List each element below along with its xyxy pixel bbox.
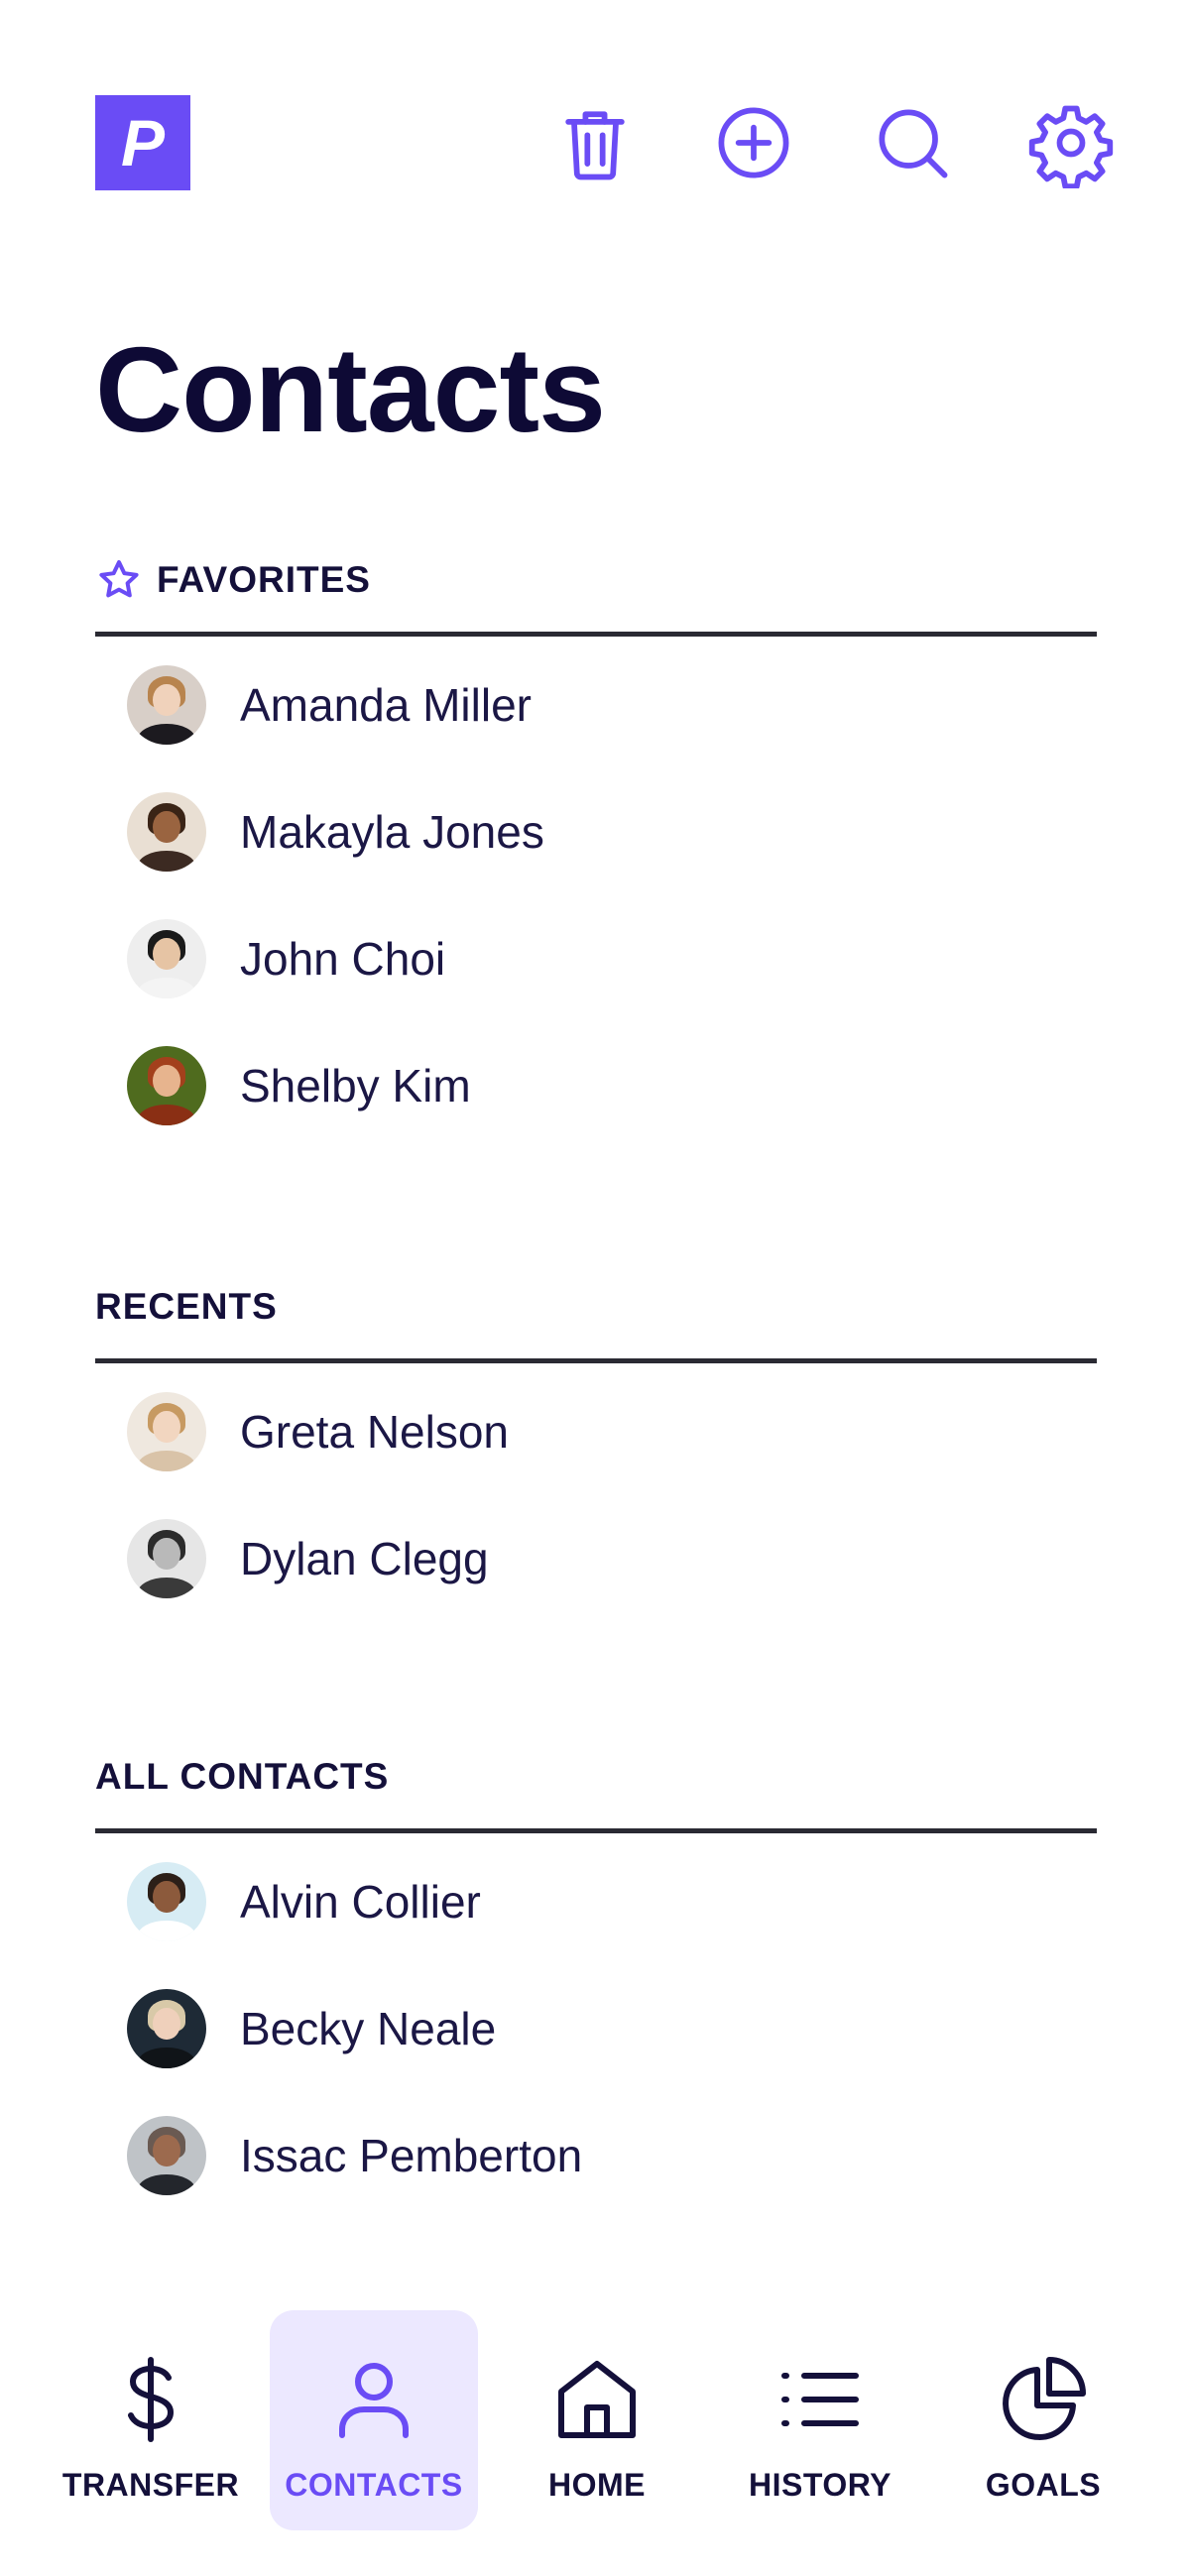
contact-item-alvin-collier[interactable]: Alvin Collier — [95, 1838, 1097, 1965]
contact-name: Amanda Miller — [240, 679, 532, 731]
avatar — [127, 1989, 206, 2068]
tab-goals[interactable]: GOALS — [939, 2310, 1147, 2530]
section-divider — [95, 632, 1097, 637]
all-contacts-header: ALL CONTACTS — [95, 1747, 1097, 1807]
contact-name: John Choi — [240, 933, 446, 985]
toolbar-actions — [547, 95, 1119, 190]
tab-label: CONTACTS — [285, 2467, 463, 2503]
tab-label: HOME — [548, 2467, 646, 2503]
tab-history[interactable]: HISTORY — [716, 2310, 924, 2530]
gear-icon — [1028, 105, 1114, 188]
avatar — [127, 792, 206, 872]
contact-item-greta-nelson[interactable]: Greta Nelson — [95, 1368, 1097, 1495]
tab-home[interactable]: HOME — [493, 2310, 701, 2530]
person-icon — [339, 2363, 409, 2438]
tab-label: TRANSFER — [61, 2467, 240, 2503]
star-icon — [99, 560, 139, 598]
all-contacts-list: Alvin Collier Becky Neale Issac Pemberto… — [95, 1838, 1097, 2219]
avatar — [127, 1862, 206, 1941]
bottom-nav: TRANSFER CONTACTS HOME HISTORY GOALS — [0, 2300, 1190, 2538]
contact-item-shelby-kim[interactable]: Shelby Kim — [95, 1022, 1097, 1149]
recents-title: RECENTS — [95, 1286, 278, 1327]
contact-name: Shelby Kim — [240, 1060, 471, 1112]
contact-item-amanda-miller[interactable]: Amanda Miller — [95, 642, 1097, 768]
contact-item-becky-neale[interactable]: Becky Neale — [95, 1965, 1097, 2092]
trash-icon — [565, 111, 625, 180]
page-title: Contacts — [95, 322, 606, 457]
search-button[interactable] — [865, 95, 960, 190]
contact-name: Becky Neale — [240, 2003, 497, 2054]
pie-chart-icon — [1003, 2357, 1086, 2440]
contact-name: Greta Nelson — [240, 1406, 510, 1458]
recents-header: RECENTS — [95, 1277, 1097, 1337]
list-icon — [781, 2373, 859, 2426]
tab-transfer[interactable]: TRANSFER — [47, 2310, 255, 2530]
recents-list: Greta Nelson Dylan Clegg — [95, 1368, 1097, 1622]
avatar — [127, 1046, 206, 1125]
tab-label: HISTORY — [749, 2467, 892, 2503]
avatar — [127, 919, 206, 998]
section-divider — [95, 1358, 1097, 1363]
contact-item-makayla-jones[interactable]: Makayla Jones — [95, 768, 1097, 895]
app-logo[interactable]: P — [95, 95, 190, 190]
avatar — [127, 1519, 206, 1598]
add-contact-button[interactable] — [706, 95, 801, 190]
favorites-section: FAVORITES Amanda Miller Makayla Jones Jo… — [95, 550, 1097, 1149]
contact-item-john-choi[interactable]: John Choi — [95, 895, 1097, 1022]
contact-item-issac-pemberton[interactable]: Issac Pemberton — [95, 2092, 1097, 2219]
avatar — [127, 1392, 206, 1471]
favorites-title: FAVORITES — [157, 559, 371, 600]
tab-label: GOALS — [985, 2467, 1102, 2503]
home-icon — [558, 2361, 636, 2438]
favorites-header: FAVORITES — [95, 550, 1097, 610]
search-icon — [879, 109, 948, 178]
all-contacts-title: ALL CONTACTS — [95, 1756, 390, 1797]
delete-button[interactable] — [547, 95, 643, 190]
avatar — [127, 665, 206, 745]
all-contacts-section: ALL CONTACTS Alvin Collier Becky Neale I… — [95, 1747, 1097, 2219]
settings-button[interactable] — [1023, 95, 1119, 190]
contact-name: Alvin Collier — [240, 1876, 481, 1928]
contact-name: Dylan Clegg — [240, 1533, 489, 1584]
favorites-list: Amanda Miller Makayla Jones John Choi Sh… — [95, 642, 1097, 1149]
dollar-icon — [128, 2357, 175, 2442]
recents-section: RECENTS Greta Nelson Dylan Clegg — [95, 1277, 1097, 1622]
section-divider — [95, 1828, 1097, 1833]
contact-name: Issac Pemberton — [240, 2130, 583, 2181]
top-bar: P — [95, 95, 1119, 190]
contact-item-dylan-clegg[interactable]: Dylan Clegg — [95, 1495, 1097, 1622]
avatar — [127, 2116, 206, 2195]
plus-circle-icon — [718, 107, 789, 178]
tab-contacts[interactable]: CONTACTS — [270, 2310, 478, 2530]
contact-name: Makayla Jones — [240, 806, 544, 858]
